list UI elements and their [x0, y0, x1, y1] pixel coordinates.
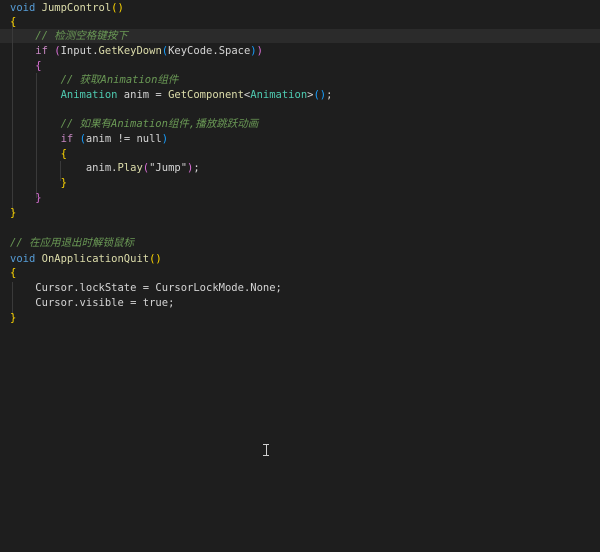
code-token: }	[10, 312, 17, 324]
code-editor[interactable]: void JumpControl(){ // 检测空格键按下 if (Input…	[0, 0, 600, 552]
code-token: Input	[60, 45, 93, 57]
code-token: }	[35, 192, 42, 204]
code-line[interactable]: Cursor.visible = true;	[10, 296, 174, 311]
code-token: Animation	[250, 89, 308, 101]
code-line[interactable]: }	[10, 206, 16, 221]
code-token: .visible =	[73, 297, 143, 309]
code-token: {	[10, 267, 17, 279]
code-token: // 获取Animation组件	[60, 74, 179, 86]
code-line[interactable]: Cursor.lockState = CursorLockMode.None;	[10, 281, 282, 296]
code-token: {	[60, 148, 67, 160]
code-token: true	[142, 297, 169, 309]
code-token: null	[136, 133, 162, 145]
code-token: GetKeyDown	[98, 45, 162, 57]
code-line[interactable]: }	[10, 176, 67, 191]
code-token: // 如果有Animation组件,播放跳跃动画	[60, 118, 259, 130]
code-token: Play	[117, 162, 143, 174]
code-token: anim	[85, 162, 112, 174]
code-token: ;	[168, 297, 175, 309]
code-token: )	[161, 133, 169, 145]
code-token: JumpControl	[41, 2, 112, 14]
code-line[interactable]: // 获取Animation组件	[10, 73, 179, 88]
code-token: Space	[218, 45, 251, 57]
code-line[interactable]: void JumpControl()	[10, 1, 124, 16]
code-token: ()	[313, 89, 327, 101]
code-token: void	[10, 253, 36, 265]
code-token: "Jump"	[149, 162, 188, 174]
code-token: .None;	[243, 282, 282, 294]
code-token: )	[256, 45, 263, 57]
code-token: Cursor	[35, 297, 74, 309]
code-line[interactable]: Animation anim = GetComponent<Animation>…	[10, 88, 333, 103]
code-token: Cursor	[35, 282, 74, 294]
code-token: {	[35, 60, 42, 72]
code-line[interactable]: // 在应用退出时解锁鼠标	[10, 236, 134, 251]
code-token: ;	[326, 89, 333, 101]
code-token: anim =	[117, 89, 169, 101]
code-token: ()	[149, 253, 162, 265]
code-token: anim !=	[85, 133, 137, 145]
code-token: ;	[193, 162, 200, 174]
code-line[interactable]: if (anim != null)	[10, 132, 169, 147]
code-token: KeyCode	[168, 45, 213, 57]
code-line[interactable]: {	[10, 59, 42, 74]
code-token: .lockState =	[73, 282, 156, 294]
code-line[interactable]: {	[10, 147, 67, 162]
code-line[interactable]: {	[10, 15, 16, 30]
code-token: if	[60, 133, 74, 145]
code-token: }	[60, 177, 67, 189]
code-token: ()	[111, 2, 124, 14]
code-token: // 在应用退出时解锁鼠标	[10, 237, 134, 249]
code-line[interactable]: {	[10, 266, 16, 281]
code-line[interactable]: // 检测空格键按下	[10, 29, 128, 44]
code-token: Animation	[60, 89, 118, 101]
code-line[interactable]: if (Input.GetKeyDown(KeyCode.Space))	[10, 44, 263, 59]
code-line[interactable]: anim.Play("Jump");	[10, 161, 200, 176]
code-token: if	[35, 45, 48, 57]
code-line[interactable]: }	[10, 311, 16, 326]
code-token: // 检测空格键按下	[35, 30, 128, 42]
code-line[interactable]: void OnApplicationQuit()	[10, 252, 162, 267]
code-token: {	[10, 16, 17, 28]
code-line[interactable]: }	[10, 191, 42, 206]
mouse-ibeam-cursor-icon	[263, 444, 269, 456]
code-token: }	[10, 207, 17, 219]
code-token: void	[10, 2, 36, 14]
code-token: CursorLockMode	[155, 282, 244, 294]
code-line[interactable]: // 如果有Animation组件,播放跳跃动画	[10, 117, 259, 132]
code-token: OnApplicationQuit	[41, 253, 150, 265]
code-token: GetComponent	[168, 89, 244, 101]
